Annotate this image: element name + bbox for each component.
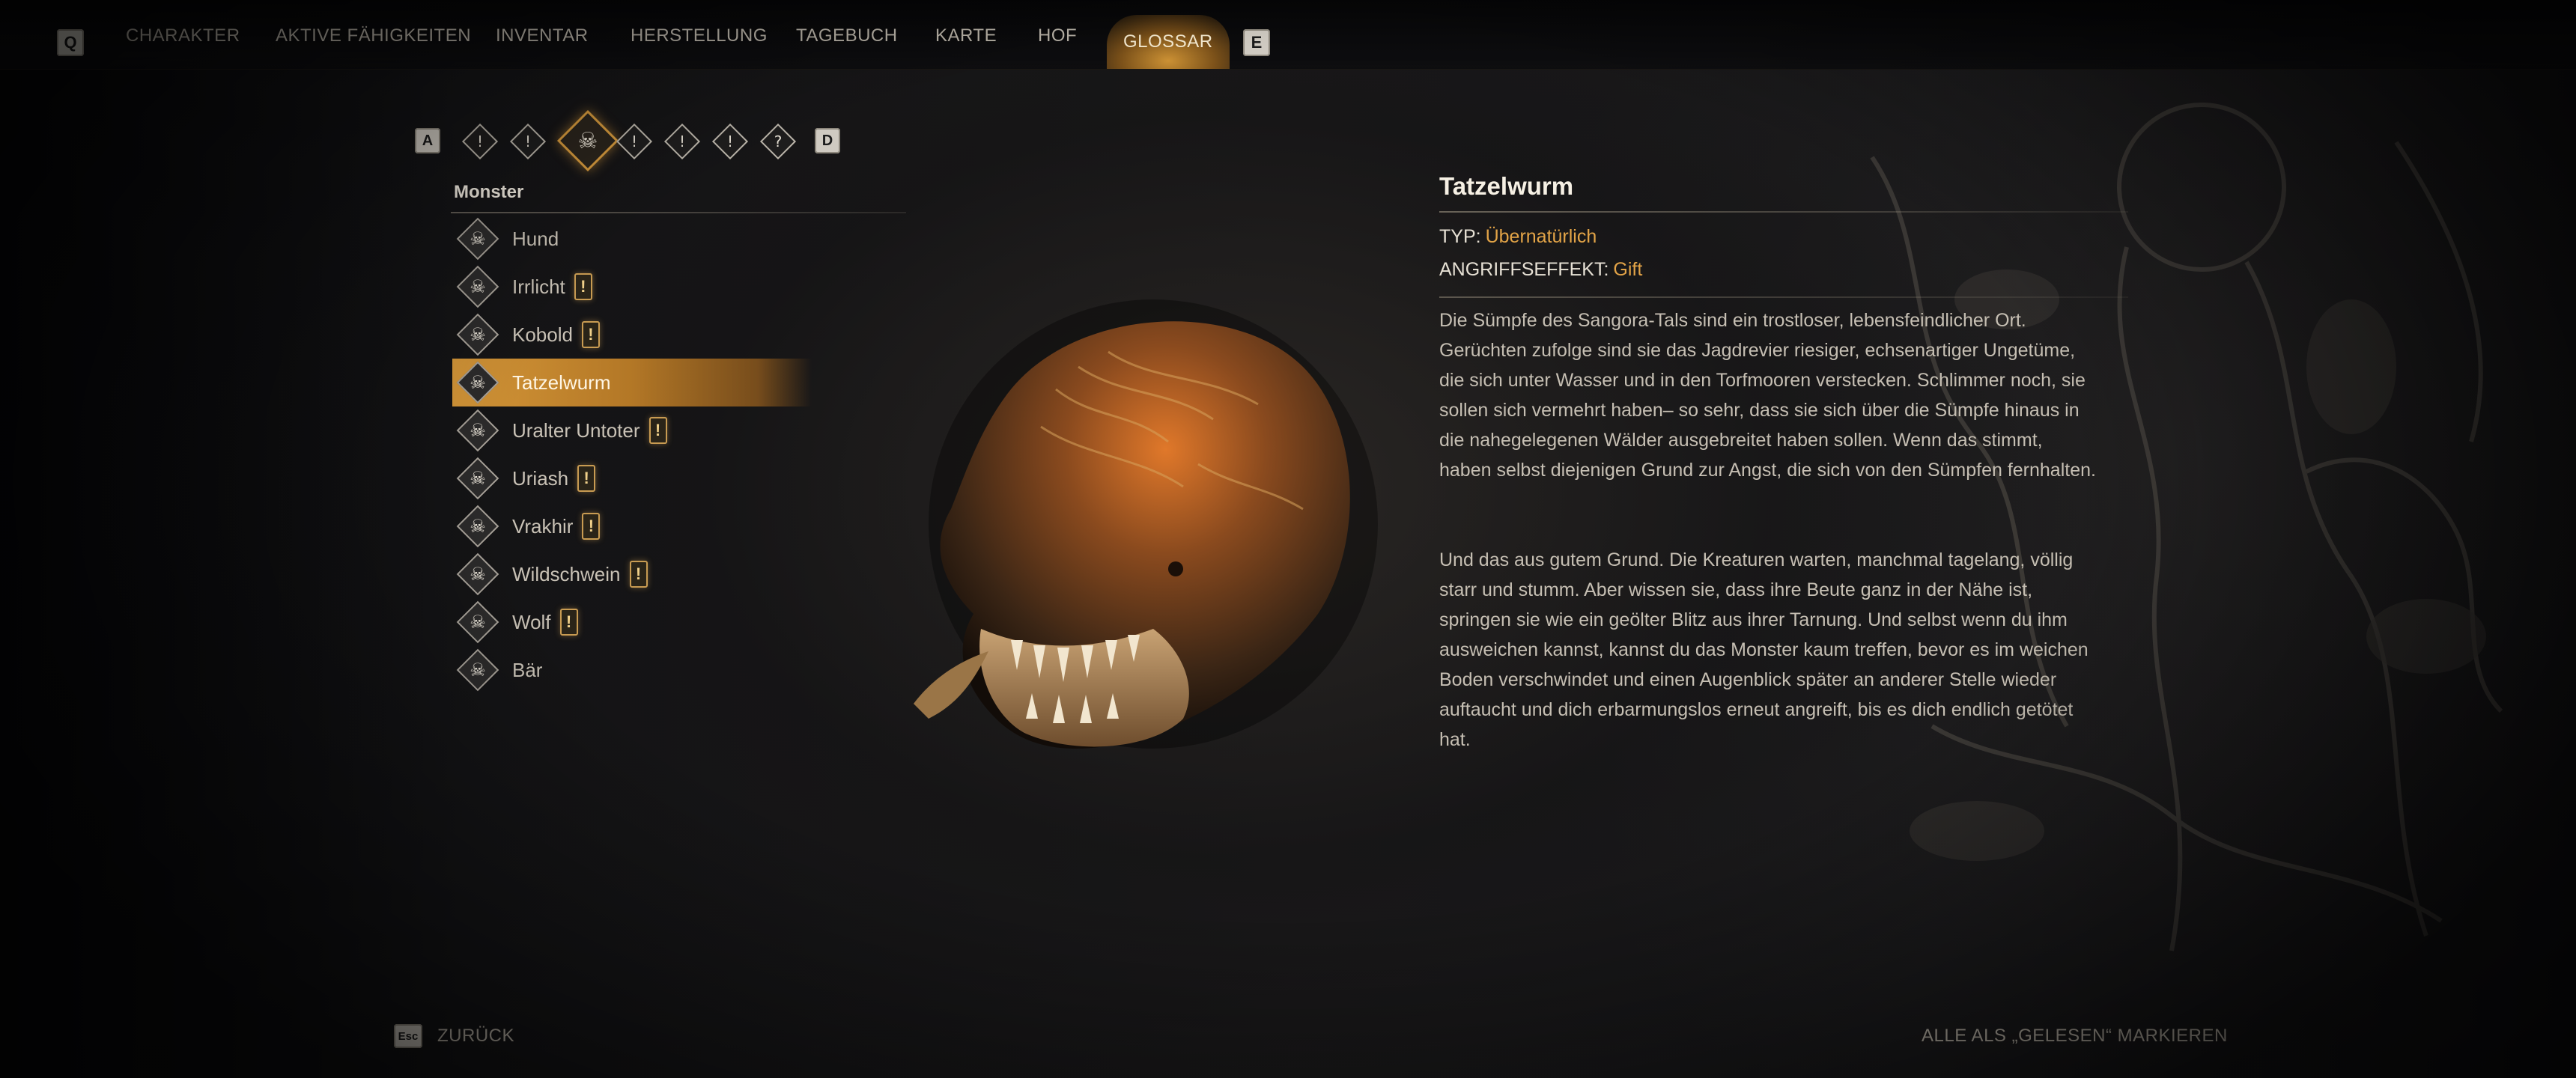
sword-icon[interactable]: ! [616, 123, 653, 160]
list-item-label: Uriash [512, 466, 569, 490]
new-entry-badge: ! [648, 417, 667, 444]
new-entry-badge: ! [577, 465, 596, 492]
stats-divider [1439, 296, 2128, 298]
monster-skull-icon[interactable]: ☠ [556, 109, 619, 172]
attack-effect-row: ANGRIFFSEFFEKT: Gift [1439, 259, 1642, 281]
list-item-label: Tatzelwurm [512, 371, 611, 394]
list-item-uralter-untoter[interactable]: ☠ Uralter Untoter ! [452, 406, 917, 454]
glossary-screen: Q CHARAKTER AKTIVE FÄHIGKEITEN INVENTAR … [0, 0, 2576, 1078]
tab-hof[interactable]: HOF [1038, 22, 1077, 49]
list-item-label: Wolf [512, 610, 551, 633]
tab-tagebuch[interactable]: TAGEBUCH [796, 22, 898, 49]
list-item-wildschwein[interactable]: ☠ Wildschwein ! [452, 550, 917, 598]
list-item-tatzelwurm[interactable]: ☠ Tatzelwurm [452, 359, 812, 406]
list-item-label: Kobold [512, 323, 573, 346]
skull-icon: ☠ [456, 600, 499, 644]
new-entry-badge: ! [629, 561, 648, 588]
prev-tab-key[interactable]: Q [57, 29, 84, 56]
skull-icon: ☠ [456, 409, 499, 452]
list-item-label: Wildschwein [512, 562, 621, 585]
type-label: TYP: [1439, 226, 1481, 247]
skull-icon: ☠ [456, 648, 499, 692]
book-icon[interactable]: ! [461, 123, 499, 160]
skull-icon: ☠ [456, 552, 499, 596]
skull-icon: ☠ [456, 457, 499, 500]
question-icon[interactable]: ? [759, 123, 797, 160]
list-item-wolf[interactable]: ☠ Wolf ! [452, 598, 917, 646]
type-row: TYP: Übernatürlich [1439, 226, 1597, 248]
type-value: Übernatürlich [1485, 226, 1597, 247]
skull-icon: ☠ [456, 361, 499, 404]
back-control[interactable]: Esc ZURÜCK [394, 1024, 514, 1048]
esc-key[interactable]: Esc [394, 1024, 422, 1048]
title-divider [1439, 211, 2128, 213]
list-item-uriash[interactable]: ☠ Uriash ! [452, 454, 917, 502]
list-item-irrlicht[interactable]: ☠ Irrlicht ! [452, 263, 917, 311]
list-item-label: Bär [512, 658, 543, 681]
next-tab-key[interactable]: E [1243, 29, 1270, 56]
monster-list: ☠ Hund ☠ Irrlicht ! ☠ Kobold ! ☠ Tatzelw… [452, 215, 917, 694]
creature-illustration [914, 299, 1378, 749]
tab-aktive-faehigkeiten[interactable]: AKTIVE FÄHIGKEITEN [276, 22, 471, 49]
list-item-label: Uralter Untoter [512, 418, 640, 442]
description-paragraph-2: Und das aus gutem Grund. Die Kreaturen w… [1439, 549, 2089, 750]
list-item-vrakhir[interactable]: ☠ Vrakhir ! [452, 502, 917, 550]
tab-charakter[interactable]: CHARAKTER [126, 22, 240, 49]
new-entry-badge: ! [574, 273, 592, 300]
skull-icon: ☠ [456, 217, 499, 261]
prev-category-key[interactable]: A [415, 128, 440, 153]
entry-title: Tatzelwurm [1439, 172, 1574, 200]
attack-effect-value: Gift [1613, 259, 1643, 280]
list-icon[interactable]: ! [711, 123, 749, 160]
tab-karte[interactable]: KARTE [935, 22, 997, 49]
list-divider [451, 212, 906, 213]
next-category-key[interactable]: D [815, 128, 840, 153]
list-item-label: Irrlicht [512, 275, 565, 298]
tab-glossar[interactable]: GLOSSAR [1107, 15, 1230, 69]
skull-icon: ☠ [456, 265, 499, 308]
skull-icon: ☠ [456, 505, 499, 548]
tab-herstellung[interactable]: HERSTELLUNG [631, 22, 768, 49]
new-entry-badge: ! [559, 609, 578, 636]
list-item-kobold[interactable]: ☠ Kobold ! [452, 311, 917, 359]
tower-icon[interactable]: ! [663, 123, 701, 160]
mark-all-read-button[interactable]: ALLE ALS „GELESEN“ MARKIEREN [1922, 1026, 2227, 1047]
top-navigation: Q CHARAKTER AKTIVE FÄHIGKEITEN INVENTAR … [0, 0, 2576, 70]
background-mural [1870, 103, 2503, 951]
new-entry-badge: ! [582, 513, 601, 540]
new-entry-badge: ! [581, 321, 600, 348]
list-header: Monster [454, 182, 524, 202]
tab-inventar[interactable]: INVENTAR [496, 22, 589, 49]
back-label[interactable]: ZURÜCK [437, 1026, 514, 1047]
list-item-label: Hund [512, 227, 559, 250]
list-item-label: Vrakhir [512, 514, 574, 538]
skull-icon: ☠ [456, 313, 499, 356]
list-item-baer[interactable]: ☠ Bär [452, 646, 917, 694]
list-item-hund[interactable]: ☠ Hund [452, 215, 917, 263]
description-paragraph-1: Die Sümpfe des Sangora-Tals sind ein tro… [1439, 310, 2096, 481]
scroll-icon[interactable]: ! [509, 123, 547, 160]
attack-effect-label: ANGRIFFSEFFEKT: [1439, 259, 1609, 280]
